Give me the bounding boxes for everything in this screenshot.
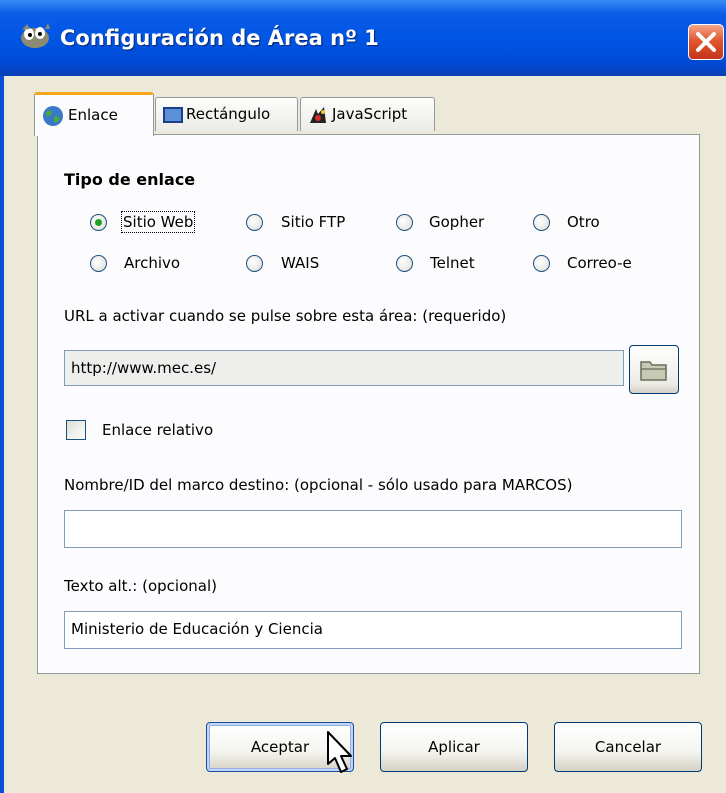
radio-label: Otro [567,213,600,231]
close-button[interactable] [688,24,724,60]
radio-button[interactable] [90,214,107,231]
radio-gopher[interactable]: Gopher [396,212,516,236]
radio-button[interactable] [396,214,413,231]
radio-button[interactable] [90,255,107,272]
folder-icon [640,361,667,381]
radio-label: Gopher [429,213,485,231]
radio-wais[interactable]: WAIS [246,253,356,277]
radio-otro[interactable]: Otro [533,212,623,236]
link-type-title: Tipo de enlace [64,170,196,189]
close-icon [696,32,716,52]
gimp-icon [21,23,50,48]
cancel-button[interactable]: Cancelar [554,722,702,772]
radio-label: Sitio FTP [281,213,346,231]
rectangle-icon [163,107,183,123]
tab-enlace-label: Enlace [68,106,118,124]
tab-rectangulo-label: Rectángulo [186,105,271,123]
radio-label: Telnet [430,254,475,272]
relative-link-checkbox[interactable] [66,420,86,440]
alt-text-label: Texto alt.: (opcional) [64,577,217,595]
alt-text-input[interactable]: Ministerio de Educación y Ciencia [64,611,682,649]
radio-correo-e[interactable]: Correo-e [533,253,663,277]
radio-button[interactable] [396,255,413,272]
radio-button[interactable] [533,255,550,272]
radio-sitio-web[interactable]: Sitio Web [90,211,230,236]
browse-button[interactable] [629,345,679,394]
tab-enlace[interactable]: Enlace [34,92,154,136]
radio-button[interactable] [533,214,550,231]
relative-link-label: Enlace relativo [102,421,214,439]
target-frame-label: Nombre/ID del marco destino: (opcional -… [64,476,573,494]
window-frame-left [0,76,4,793]
dialog-window: Configuración de Área nº 1 Enlace Rectán… [0,0,726,793]
url-label: URL a activar cuando se pulse sobre esta… [64,307,507,325]
url-input[interactable]: http://www.mec.es/ [64,350,624,386]
mouse-pointer-icon [327,731,352,773]
javascript-icon [310,107,326,123]
radio-label: Archivo [124,254,181,272]
apply-button[interactable]: Aplicar [380,722,528,772]
window-title: Configuración de Área nº 1 [60,26,379,50]
radio-archivo[interactable]: Archivo [90,253,220,277]
radio-label: Correo-e [567,254,632,272]
tab-rectangulo[interactable]: Rectángulo [155,97,298,131]
radio-label: Sitio Web [120,211,196,233]
tab-javascript-label: JavaScript [332,105,408,123]
target-frame-input[interactable] [64,510,682,548]
radio-button[interactable] [246,255,263,272]
globe-icon [43,106,63,126]
title-bar[interactable]: Configuración de Área nº 1 [0,0,726,76]
radio-sitio-ftp[interactable]: Sitio FTP [246,212,376,236]
radio-telnet[interactable]: Telnet [396,253,506,277]
tab-javascript[interactable]: JavaScript [300,97,435,131]
radio-label: WAIS [281,254,320,272]
radio-button[interactable] [246,214,263,231]
